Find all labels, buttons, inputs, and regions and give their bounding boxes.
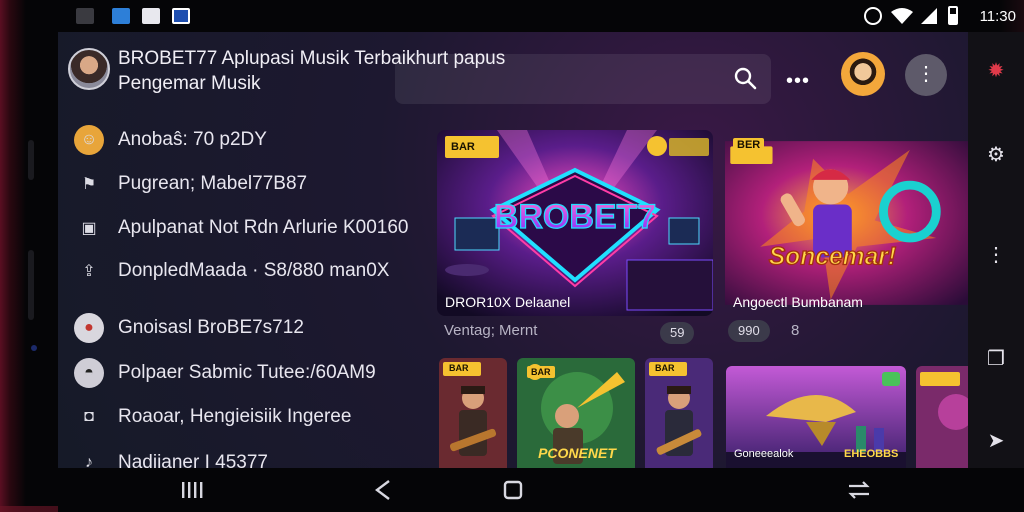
phone-side-button: [28, 140, 34, 180]
menu-item[interactable]: ⚑ Pugrean; Mabel77B87: [58, 163, 418, 203]
menu-item-label: Anobaŝ: 70 p2DY: [118, 129, 267, 150]
grid-card[interactable]: BAR: [645, 358, 713, 468]
featured-artwork: BROBET7: [437, 130, 713, 316]
menu-item[interactable]: ☺ Anobaŝ: 70 p2DY: [58, 119, 418, 159]
menu-item[interactable]: ● Gnoisasl BroBE7s712: [58, 307, 418, 347]
wifi-icon: [891, 8, 913, 24]
overflow-dots-icon[interactable]: •••: [786, 70, 810, 93]
app-icon: [76, 8, 94, 24]
menu-item-label: Gnoisasl BroBE7s712: [118, 317, 304, 338]
grid-artwork: [439, 358, 507, 468]
bug-icon[interactable]: ✹: [984, 58, 1008, 82]
copy-icon[interactable]: ❐: [984, 346, 1008, 370]
system-nav-bar: [58, 468, 1024, 512]
back-arrow-icon[interactable]: ➤: [984, 428, 1008, 452]
menu-item[interactable]: ◘ Roaoar, Hengieisiik Ingeree: [58, 396, 418, 436]
card-meta-extra: 8: [791, 322, 800, 339]
recent-apps-icon[interactable]: [178, 478, 208, 502]
download-icon: [112, 8, 130, 24]
count-pill[interactable]: 990: [728, 320, 770, 342]
more-options-button[interactable]: ⋮: [905, 54, 947, 96]
menu-item-label: Pugrean; Mabel77B87: [118, 173, 308, 194]
featured-card[interactable]: BROBET7 BAR DROR10X Delaanel: [437, 130, 713, 316]
menu-item[interactable]: ⇪ DonpledMaada · S8/880 man0X: [58, 250, 418, 290]
menu-list: ☺ Anobaŝ: 70 p2DY ⚑ Pugrean; Mabel77B87 …: [58, 110, 418, 468]
list-icon[interactable]: ⋮: [984, 242, 1008, 266]
user-avatar[interactable]: [841, 52, 885, 96]
card-caption-tag: EHEOBBS: [844, 448, 899, 460]
square-icon: ▣: [81, 220, 97, 237]
front-camera: [31, 345, 37, 351]
mail-icon: [142, 8, 160, 24]
featured-artwork: Soncemar!: [725, 141, 968, 305]
app-header: BROBET77 Aplupasi Musik Terbaikhurt papu…: [58, 32, 968, 110]
right-rail: ✹ ⚙ ⋮ ❐ ➤: [968, 32, 1024, 468]
badge-icon: ●: [74, 313, 104, 343]
search-bar[interactable]: [395, 54, 771, 104]
menu-item-label: Nadiianer I 45377: [118, 452, 268, 468]
mask-icon: ◓: [74, 358, 104, 388]
menu-item[interactable]: ♪ Nadiianer I 45377: [58, 442, 418, 468]
frame-icon: ◘: [84, 408, 94, 425]
nfc-icon: [864, 7, 882, 25]
grid-card[interactable]: Goneeealok EHEOBBS: [726, 366, 906, 468]
search-icon[interactable]: [733, 66, 757, 90]
menu-item-label: Apulpanat Not Rdn Arlurie K00160: [118, 217, 409, 238]
status-bar: 11:30: [58, 0, 1024, 32]
share-icon: ⇪: [82, 263, 96, 280]
menu-item-label: Roaoar, Hengieisiik Ingeree: [118, 406, 352, 427]
menu-item-label: Polpaer Sabmic Tutee:/60AM9: [118, 362, 376, 383]
menu-item[interactable]: ▣ Apulpanat Not Rdn Arlurie K00160: [58, 207, 418, 247]
music-icon: ♪: [85, 454, 93, 468]
emoji-icon: ☺: [74, 125, 104, 155]
card-badge: BAR: [447, 140, 479, 154]
card-badge: BAR: [651, 362, 679, 374]
grid-card[interactable]: [916, 366, 968, 468]
grid-artwork: [645, 358, 713, 468]
store-icon: [172, 8, 190, 24]
phone-side-button: [28, 250, 34, 320]
card-badge: BER: [733, 138, 765, 152]
card-caption: Angoectl Bumbanam: [733, 294, 863, 310]
switch-icon[interactable]: [844, 478, 874, 502]
home-icon[interactable]: [498, 478, 528, 502]
back-icon[interactable]: [368, 478, 398, 502]
grid-artwork: [916, 366, 968, 468]
card-caption: Goneeealok: [734, 448, 794, 460]
grid-card[interactable]: PCONENET BAR: [517, 358, 635, 468]
card-meta-text: Ventag; Mernt: [444, 322, 538, 339]
clock: 11:30: [979, 8, 1016, 25]
card-caption: DROR10X Delaanel: [445, 294, 571, 310]
grid-art-title: PCONENET: [538, 445, 617, 461]
card-badge: BAR: [445, 362, 473, 374]
settings-icon[interactable]: ⚙: [984, 142, 1008, 166]
signal-icon: [921, 8, 937, 24]
app-window: BROBET77 Aplupasi Musik Terbaikhurt papu…: [58, 32, 968, 468]
flag-icon: ⚑: [81, 176, 97, 193]
art-title: Soncemar!: [769, 243, 896, 270]
battery-icon: [948, 6, 958, 25]
menu-item[interactable]: ◓ Polpaer Sabmic Tutee:/60AM9: [58, 352, 418, 392]
featured-card[interactable]: Soncemar! BER Angoectl Bumbanam: [725, 130, 968, 316]
art-title: BROBET7: [494, 198, 656, 236]
card-badge: BAR: [527, 366, 555, 378]
grid-card[interactable]: BAR: [439, 358, 507, 468]
app-logo-avatar[interactable]: [68, 48, 110, 90]
menu-item-label: DonpledMaada · S8/880 man0X: [118, 260, 390, 281]
count-pill[interactable]: 59: [660, 322, 695, 344]
